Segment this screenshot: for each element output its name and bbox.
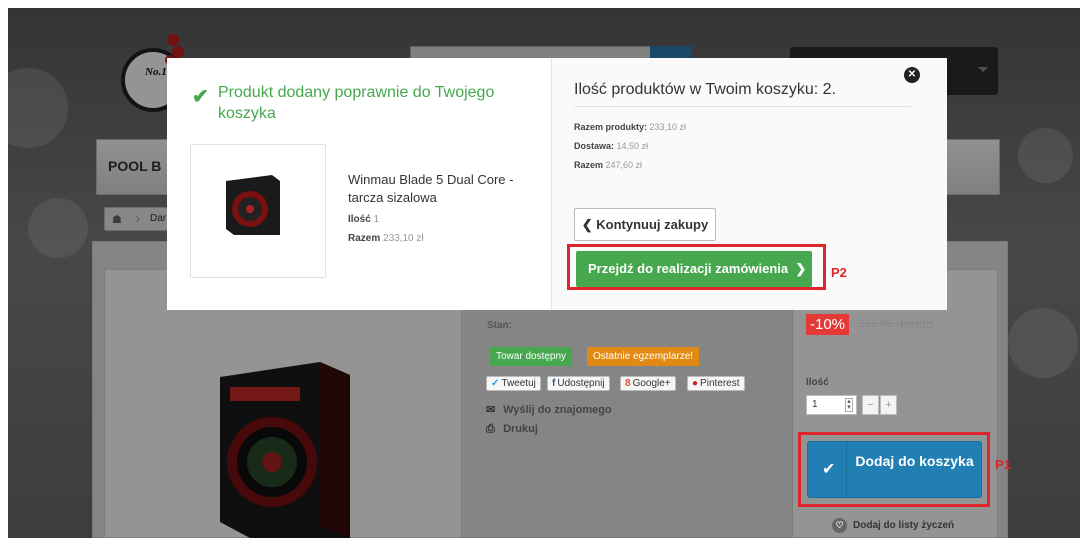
print-link[interactable]: ⎙ Drukuj: [486, 423, 538, 436]
product-total: Razem 233,10 zł: [348, 233, 424, 244]
google-plus-label: Google+: [632, 378, 671, 389]
annotation-label-p1: P1: [995, 457, 1011, 472]
condition-text: Stan: Nowy produkt: [487, 320, 576, 331]
pinterest-icon: ●: [692, 378, 699, 389]
google-plus-button[interactable]: 8 Google+: [620, 376, 676, 391]
send-to-friend-link[interactable]: ✉ Wyślij do znajomego: [486, 403, 612, 416]
facebook-label: Udostępnij: [557, 378, 605, 389]
summary-total-value: 247,60 zł: [605, 160, 643, 170]
summary-total-label: Razem: [574, 160, 604, 170]
heart-icon: ♡: [832, 518, 847, 533]
summary-products: Razem produkty: 233,10 zł: [574, 122, 686, 132]
old-price: 259,00 zł: [859, 318, 904, 330]
product-name: Winmau Blade 5 Dual Core - tarcza sizalo…: [348, 172, 514, 205]
tweet-button[interactable]: ✓ Tweetuj: [486, 376, 541, 391]
quantity-spinner[interactable]: ▴ ▾: [845, 398, 853, 412]
summary-total: Razem 247,60 zł: [574, 160, 642, 170]
availability-badge: Towar dostępny: [490, 347, 573, 366]
condition-value: Nowy produkt: [514, 320, 576, 331]
close-icon[interactable]: ✕: [904, 67, 920, 83]
product-total-value: 233,10 zł: [383, 233, 424, 244]
google-plus-icon: 8: [625, 378, 631, 389]
wishlist-link[interactable]: ♡ Dodaj do listy życzeń: [832, 518, 954, 533]
pinterest-button[interactable]: ● Pinterest: [687, 376, 745, 391]
quantity-increase-button[interactable]: +: [880, 395, 897, 415]
envelope-icon: ✉: [486, 404, 496, 416]
highlight-box-p1: [798, 432, 990, 507]
send-to-friend-label: Wyślij do znajomego: [503, 404, 612, 416]
pinterest-label: Pinterest: [700, 378, 740, 389]
add-to-cart-modal: ✔ Produkt dodany poprawnie do Twojego ko…: [167, 58, 947, 310]
product-total-label: Razem: [348, 233, 381, 244]
condition-label: Stan:: [487, 320, 512, 331]
quantity-decrease-button[interactable]: −: [862, 395, 879, 415]
success-check-icon: ✔: [192, 86, 209, 108]
product-thumbnail: [190, 144, 326, 278]
twitter-icon: ✓: [491, 378, 500, 389]
summary-products-label: Razem produkty:: [574, 122, 648, 132]
facebook-share-button[interactable]: f Udostępnij: [547, 376, 610, 391]
highlight-box-p2: [567, 244, 826, 290]
summary-shipping-value: 14,50 zł: [616, 141, 649, 151]
success-message: Produkt dodany poprawnie do Twojego kosz…: [218, 84, 495, 122]
print-label: Drukuj: [503, 423, 538, 435]
product-quantity-label: Ilość: [348, 214, 371, 225]
printer-icon: ⎙: [486, 423, 495, 435]
last-items-badge: Ostatnie egzemplarze!: [587, 347, 700, 366]
modal-product-section: ✔ Produkt dodany poprawnie do Twojego ko…: [167, 58, 552, 310]
page-frame: No.1 POOL B ☗ › Dar Stan: Nowy produkt T…: [0, 0, 1088, 538]
annotation-label-p2: P2: [831, 265, 847, 280]
continue-shopping-button[interactable]: ❮ Kontynuuj zakupy: [574, 208, 716, 241]
divider: [574, 106, 911, 107]
wishlist-label: Dodaj do listy życzeń: [853, 520, 955, 531]
tweet-label: Tweetuj: [501, 378, 536, 389]
summary-shipping: Dostawa: 14,50 zł: [574, 141, 648, 151]
continue-shopping-label: Kontynuuj zakupy: [596, 217, 709, 232]
product-quantity: Ilość 1: [348, 214, 379, 225]
facebook-icon: f: [552, 378, 556, 389]
product-quantity-value: 1: [373, 214, 380, 225]
product-thumbnail-image: [226, 175, 280, 235]
old-price-suffix: brutto: [900, 316, 934, 331]
quantity-label: Ilość: [806, 377, 829, 388]
summary-shipping-label: Dostawa:: [574, 141, 615, 151]
discount-badge: -10%: [806, 314, 850, 335]
summary-products-value: 233,10 zł: [649, 122, 687, 132]
cart-count-text: Ilość produktów w Twoim koszyku: 2.: [574, 81, 837, 98]
